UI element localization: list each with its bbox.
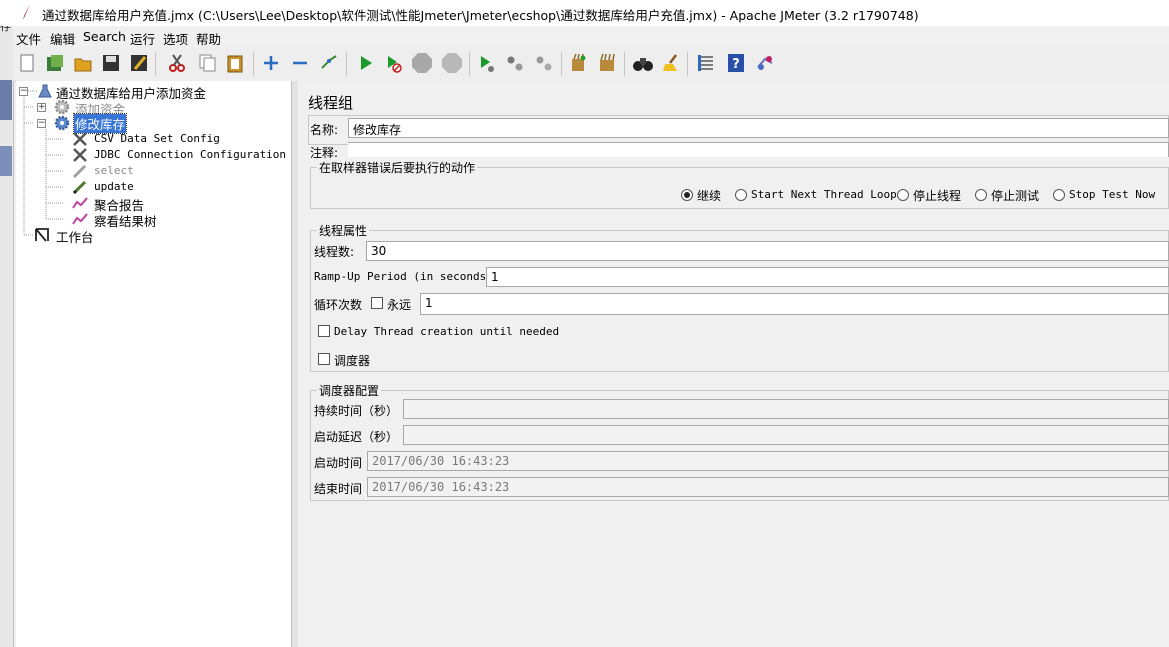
radio-continue-label: 继续 (697, 189, 722, 203)
remote-stop-icon[interactable] (503, 51, 527, 75)
shutdown-icon[interactable] (440, 51, 464, 75)
remote-server-icon[interactable] (753, 51, 777, 75)
loop-count-label: 循环次数 (314, 298, 363, 312)
start-time-input[interactable]: 2017/06/30 16:43:23 (367, 451, 1169, 471)
listener-chart-icon (72, 197, 88, 209)
toggle-icon[interactable] (317, 51, 341, 75)
scheduler-checkbox[interactable] (318, 353, 330, 365)
error-action-group: 在取样器错误后要执行的动作 (310, 159, 1169, 209)
save-as-icon[interactable] (127, 51, 151, 75)
threads-input[interactable]: 30 (366, 241, 1169, 261)
toolbar: ? (13, 47, 1169, 82)
startup-delay-input[interactable] (403, 425, 1169, 445)
clear-all-icon[interactable] (595, 51, 619, 75)
background-window-edge: 存 (0, 26, 14, 647)
new-icon[interactable] (15, 51, 39, 75)
copy-icon[interactable] (195, 51, 219, 75)
binoculars-search-icon[interactable] (631, 51, 655, 75)
thread-group-gear-icon (54, 115, 70, 131)
menu-bar: 文件 编辑 Search 运行 选项 帮助 (13, 26, 1169, 47)
save-icon[interactable] (99, 51, 123, 75)
comment-input[interactable] (348, 142, 1169, 157)
loop-count-input[interactable]: 1 (420, 293, 1169, 315)
menu-options[interactable]: 选项 (163, 29, 188, 48)
open-icon[interactable] (71, 51, 95, 75)
test-plan-tree[interactable]: − 通过数据库给用户添加资金 + 添加资金 − 修改库存 CSV Data Se… (16, 81, 292, 647)
delay-thread-label: Delay Thread creation until needed (334, 325, 560, 338)
title-bar: 通过数据库给用户充值.jmx (C:\Users\Lee\Desktop\软件测… (0, 0, 1169, 26)
radio-stop-test[interactable] (975, 189, 987, 201)
forever-label: 永远 (387, 298, 412, 312)
collapse-icon[interactable] (288, 51, 312, 75)
radio-stop-thread-label: 停止线程 (913, 189, 962, 203)
radio-stop-thread[interactable] (897, 189, 909, 201)
tree-lines (23, 90, 64, 236)
expand-icon[interactable] (259, 51, 283, 75)
listener-chart-icon (72, 213, 88, 225)
svg-text:?: ? (732, 57, 740, 72)
test-plan-flask-icon (38, 84, 52, 98)
config-wrench-icon (73, 132, 87, 146)
menu-run[interactable]: 运行 (130, 29, 155, 48)
expand-group1-icon[interactable]: + (37, 103, 46, 112)
start-no-pauses-icon[interactable] (381, 51, 405, 75)
start-time-label: 启动时间 (314, 456, 363, 470)
thread-group-gear-icon (54, 99, 70, 115)
tree-node-workbench[interactable]: 工作台 (56, 227, 94, 246)
panel-title: 线程组 (308, 94, 354, 112)
window-title: 通过数据库给用户充值.jmx (C:\Users\Lee\Desktop\软件测… (42, 8, 919, 23)
cut-icon[interactable] (165, 51, 189, 75)
collapse-group2-icon[interactable]: − (37, 119, 46, 128)
menu-edit[interactable]: 编辑 (50, 29, 75, 48)
tree-node-jdbc-config[interactable]: JDBC Connection Configuration (94, 148, 286, 161)
sampler-pen-icon (72, 180, 87, 195)
radio-stop-test-now-label: Stop Test Now (1069, 188, 1156, 201)
end-time-input[interactable]: 2017/06/30 16:43:23 (367, 477, 1169, 497)
radio-stop-test-label: 停止测试 (991, 189, 1040, 203)
menu-file[interactable]: 文件 (16, 29, 41, 48)
error-action-title: 在取样器错误后要执行的动作 (317, 159, 478, 176)
sampler-pen-icon (72, 164, 87, 179)
radio-stop-test-now[interactable] (1053, 189, 1065, 201)
duration-input[interactable] (403, 399, 1169, 419)
end-time-label: 结束时间 (314, 482, 363, 496)
rampup-input[interactable]: 1 (486, 267, 1169, 287)
startup-delay-label: 启动延迟（秒） (314, 430, 399, 444)
thread-group-panel: 线程组 名称: 修改库存 注释: 在取样器错误后要执行的动作 继续 Start … (298, 81, 1169, 647)
help-icon[interactable]: ? (724, 51, 748, 75)
menu-help[interactable]: 帮助 (196, 29, 221, 48)
remote-start-icon[interactable] (474, 51, 498, 75)
duration-label: 持续时间（秒） (314, 404, 399, 418)
tree-node-view-results-tree[interactable]: 察看结果树 (94, 211, 157, 230)
name-input[interactable]: 修改库存 (348, 118, 1169, 138)
remote-shutdown-icon[interactable] (532, 51, 556, 75)
start-icon[interactable] (354, 51, 378, 75)
templates-icon[interactable] (43, 51, 67, 75)
threads-label: 线程数: (314, 245, 355, 259)
tree-node-update-sampler[interactable]: update (94, 180, 134, 193)
scheduler-config-title: 调度器配置 (317, 382, 382, 399)
tree-node-csv-config[interactable]: CSV Data Set Config (94, 132, 220, 145)
collapse-root-icon[interactable]: − (19, 87, 28, 96)
tree-node-select-sampler-disabled[interactable]: select (94, 164, 134, 177)
paste-icon[interactable] (223, 51, 247, 75)
delay-thread-checkbox[interactable] (318, 325, 330, 337)
workbench-icon (35, 228, 49, 242)
jmeter-feather-icon (23, 4, 30, 20)
reset-search-broom-icon[interactable] (659, 51, 683, 75)
stop-icon[interactable] (410, 51, 434, 75)
scheduler-label: 调度器 (334, 354, 371, 368)
radio-start-next-loop[interactable] (735, 189, 747, 201)
name-label: 名称: (310, 123, 339, 137)
clear-icon[interactable] (566, 51, 590, 75)
radio-continue[interactable] (681, 189, 693, 201)
rampup-label: Ramp-Up Period (in seconds): (314, 270, 500, 283)
forever-checkbox[interactable] (371, 297, 383, 309)
menu-search[interactable]: Search (83, 29, 126, 44)
function-helper-icon[interactable] (694, 51, 718, 75)
radio-start-next-loop-label: Start Next Thread Loop (751, 188, 897, 201)
thread-properties-title: 线程属性 (317, 222, 370, 239)
config-wrench-icon (73, 148, 87, 162)
